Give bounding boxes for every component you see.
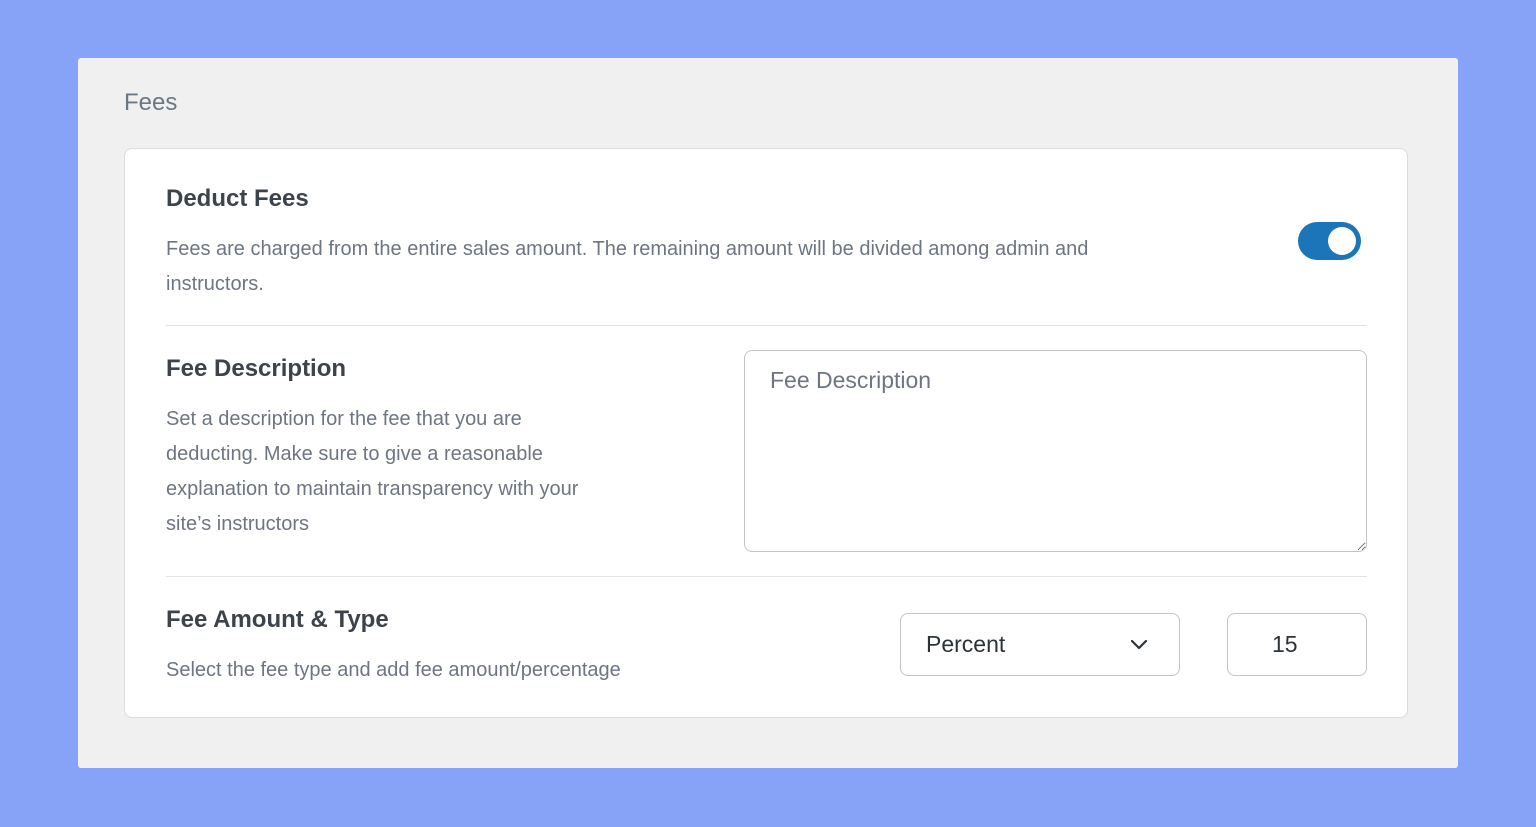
- deduct-fees-description: Fees are charged from the entire sales a…: [166, 232, 1246, 302]
- fee-description-textarea[interactable]: [744, 350, 1367, 552]
- fee-amount-input[interactable]: [1227, 613, 1367, 676]
- fee-amount-type-description: Select the fee type and add fee amount/p…: [166, 659, 621, 681]
- deduct-fees-title: Deduct Fees: [166, 185, 309, 212]
- fee-type-selected-value: Percent: [926, 631, 1006, 657]
- fee-amount-type-title: Fee Amount & Type: [166, 606, 389, 633]
- fee-type-select[interactable]: Percent: [900, 613, 1180, 676]
- fee-description-help-line: explanation to maintain transparency wit…: [166, 478, 579, 500]
- fee-description-help-line: deducting. Make sure to give a reasonabl…: [166, 443, 543, 465]
- fee-description-help-line: site’s instructors: [166, 513, 310, 535]
- deduct-fees-description-line1: Fees are charged from the entire sales a…: [166, 238, 1089, 260]
- deduct-fees-description-line2: instructors.: [166, 273, 264, 295]
- deduct-fees-toggle[interactable]: [1298, 222, 1361, 260]
- divider: [166, 325, 1367, 326]
- fee-description-title: Fee Description: [166, 355, 347, 382]
- fee-description-help: Set a description for the fee that you a…: [166, 402, 686, 542]
- chevron-down-icon: [1130, 639, 1148, 650]
- panel-title: Fees: [124, 89, 178, 116]
- divider: [166, 576, 1367, 577]
- fees-settings-card: Deduct Fees Fees are charged from the en…: [124, 148, 1408, 718]
- fee-description-help-line: Set a description for the fee that you a…: [166, 408, 522, 430]
- toggle-knob: [1328, 227, 1356, 255]
- fees-panel: Fees Deduct Fees Fees are charged from t…: [78, 58, 1458, 768]
